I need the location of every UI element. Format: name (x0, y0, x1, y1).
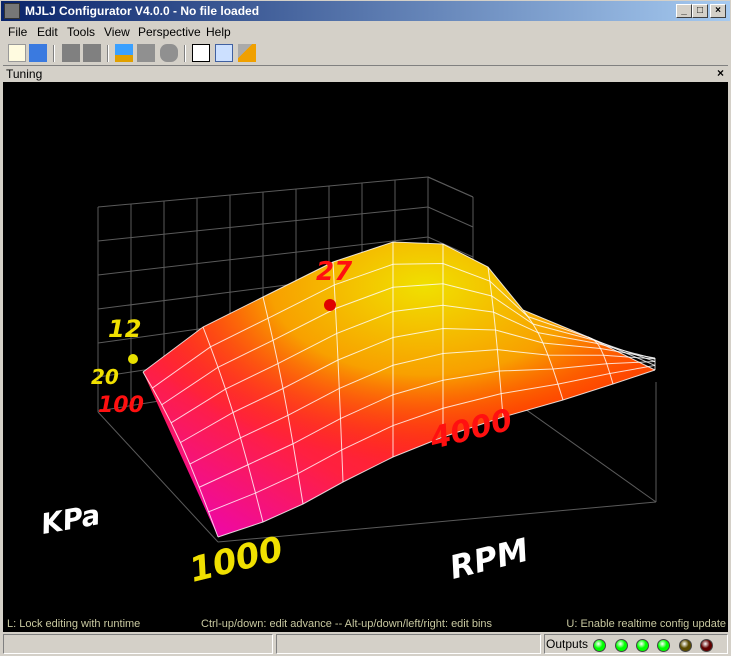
cursor-point-left (128, 354, 138, 364)
download-icon[interactable] (137, 44, 155, 62)
cursor-value-left: 12 (108, 315, 141, 343)
chip-icon[interactable] (160, 44, 178, 62)
menu-tools[interactable]: Tools (67, 25, 95, 39)
menu-view[interactable]: View (104, 25, 130, 39)
rpm-axis-label: RPM (446, 531, 533, 587)
hint-realtime: U: Enable realtime config update (566, 618, 726, 630)
cursor-point-top (324, 299, 336, 311)
save-icon[interactable] (62, 44, 80, 62)
surface-fill (143, 242, 655, 537)
output-led (615, 639, 628, 652)
save-as-icon[interactable] (83, 44, 101, 62)
wrench-icon[interactable] (238, 44, 256, 62)
clipboard-edit-icon[interactable] (192, 44, 210, 62)
rpm-min-label: 1000 (186, 529, 288, 591)
tuning-panel-header: Tuning × (3, 65, 728, 82)
open-file-icon[interactable] (29, 44, 47, 62)
close-button[interactable]: × (710, 4, 726, 18)
status-cell-1 (3, 634, 273, 654)
minimize-button[interactable]: _ (676, 4, 692, 18)
status-bar: Outputs (0, 632, 731, 656)
outputs-label: Outputs (546, 637, 589, 651)
menu-help[interactable]: Help (206, 25, 231, 39)
hint-lock: L: Lock editing with runtime (7, 618, 141, 630)
grid-line (427, 206, 474, 228)
upload-icon[interactable] (115, 44, 133, 62)
panel-title: Tuning (6, 67, 43, 81)
app-icon (4, 3, 20, 19)
title-bar: MJLJ Configurator V4.0.0 - No file loade… (0, 0, 731, 22)
new-file-icon[interactable] (8, 44, 26, 62)
menu-perspective[interactable]: Perspective (138, 25, 201, 39)
kpa-axis-label: KPa (38, 498, 102, 541)
surface-plot[interactable]: 12 27 20 100 4000 1000 KPa RPM (3, 82, 728, 632)
output-led (657, 639, 670, 652)
panel-close-button[interactable]: × (717, 66, 724, 80)
maximize-button[interactable]: □ (692, 4, 708, 18)
output-led (593, 639, 606, 652)
surface (142, 241, 656, 538)
kpa-marker-label: 20 (91, 365, 119, 389)
menu-edit[interactable]: Edit (37, 25, 58, 39)
tuning-3d-view[interactable]: 12 27 20 100 4000 1000 KPa RPM L: Lock e… (3, 82, 728, 632)
menu-file[interactable]: File (8, 25, 27, 39)
status-cell-2 (276, 634, 541, 654)
chart-icon[interactable] (215, 44, 233, 62)
cursor-value-top: 27 (316, 257, 353, 287)
output-led (679, 639, 692, 652)
outputs-panel: Outputs (544, 634, 728, 654)
output-led (700, 639, 713, 652)
window-title: MJLJ Configurator V4.0.0 - No file loade… (25, 4, 260, 18)
output-led (636, 639, 649, 652)
kpa-min-label: 100 (98, 393, 144, 418)
grid-line (427, 176, 474, 198)
menu-bar: File Edit Tools View Perspective Help (0, 22, 731, 42)
hint-edit: Ctrl-up/down: edit advance -- Alt-up/dow… (201, 618, 493, 630)
toolbar (0, 42, 731, 64)
